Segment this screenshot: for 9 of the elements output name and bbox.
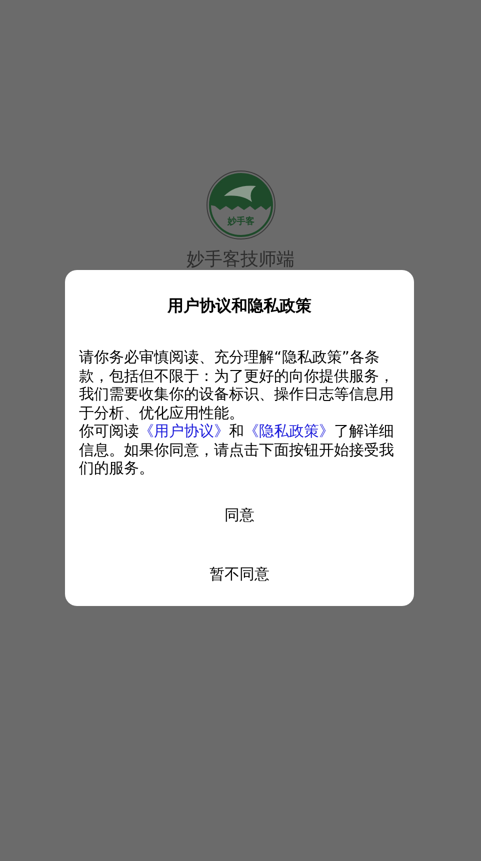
policy-link[interactable]: 《用户协议》	[139, 422, 229, 440]
logo-drawing: 妙手客	[206, 170, 276, 240]
policy-paragraph: 请你务必审慎阅读、充分理解“隐私政策”各条款，包括但不限于：为了更好的向你提供服务，我们需要收集你的设备标识、操作日志等信息用于分析、优化应用性能。	[79, 348, 395, 422]
app-name: 妙手客技师端	[186, 248, 294, 272]
decline-button[interactable]: 暂不同意	[198, 553, 282, 596]
dialog-title: 用户协议和隐私政策	[166, 295, 312, 317]
policy-link[interactable]: 《隐私政策》	[244, 422, 334, 440]
policy-paragraph: 你可阅读《用户协议》和《隐私政策》了解详细信息。如果你同意，请点击下面按钮开始接受我们的服务。	[79, 422, 395, 478]
agree-button[interactable]: 同意	[212, 494, 266, 536]
